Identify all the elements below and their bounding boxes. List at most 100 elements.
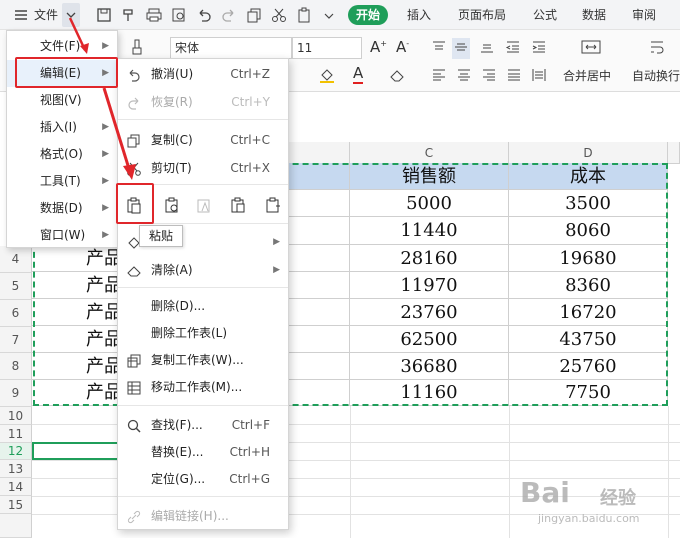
menu-label: 查找(F)... <box>151 418 203 432</box>
chevron-right-icon: ▶ <box>102 41 109 51</box>
row-header[interactable]: 5 <box>0 273 32 300</box>
menu-delete-sheet[interactable]: 删除工作表(L) <box>118 320 288 346</box>
font-size-select[interactable]: 11 <box>292 37 362 59</box>
eraser-icon[interactable] <box>388 66 406 87</box>
tab-data[interactable]: 数据 <box>582 5 606 25</box>
menu-copy[interactable]: 复制(C) Ctrl+C <box>118 127 288 153</box>
file-dropdown-button[interactable] <box>62 3 80 27</box>
chevron-right-icon: ▶ <box>102 149 109 159</box>
decrease-font-icon[interactable]: A- <box>396 38 409 56</box>
row-header[interactable]: 11 <box>0 425 32 443</box>
undo-icon[interactable] <box>195 6 213 24</box>
menu-separator <box>118 496 288 497</box>
menu-goto[interactable]: 定位(G)... Ctrl+G <box>118 466 288 492</box>
print-preview-icon[interactable] <box>170 6 188 24</box>
menu-item-view[interactable]: 视图(V) <box>7 87 117 114</box>
tab-insert[interactable]: 插入 <box>407 5 431 25</box>
brush-icon[interactable] <box>128 38 146 59</box>
print-icon[interactable] <box>145 6 163 24</box>
grid-line <box>668 406 669 538</box>
align-right-icon[interactable] <box>480 66 498 87</box>
cut-icon[interactable] <box>270 6 288 24</box>
row-header[interactable]: 14 <box>0 478 32 496</box>
file-menu-label[interactable]: 文件 <box>34 0 58 30</box>
menu-item-insert[interactable]: 插入(I) ▶ <box>7 114 117 141</box>
menu-item-format[interactable]: 格式(O) ▶ <box>7 141 117 168</box>
row-header[interactable]: 9 <box>0 380 32 407</box>
menu-item-file[interactable]: 文件(F) ▶ <box>7 33 117 60</box>
row-header[interactable]: 7 <box>0 327 32 353</box>
paste-special-icon[interactable] <box>263 195 283 215</box>
column-header-c[interactable]: C <box>350 142 509 164</box>
align-middle-icon[interactable] <box>452 38 470 59</box>
indent-increase-icon[interactable] <box>530 38 548 59</box>
paste-formula-icon[interactable] <box>194 195 214 215</box>
save-icon[interactable] <box>95 6 113 24</box>
grid-line <box>509 406 510 538</box>
distribute-icon[interactable] <box>530 66 548 87</box>
row-header[interactable]: 4 <box>0 246 32 273</box>
font-color-icon[interactable]: A <box>353 64 364 84</box>
shortcut-label: Ctrl+Z <box>230 67 270 81</box>
menu-edit-links[interactable]: 编辑链接(H)... <box>118 503 288 529</box>
menu-undo[interactable]: 撤消(U) Ctrl+Z <box>118 61 288 87</box>
row-header[interactable]: 6 <box>0 300 32 327</box>
menu-separator <box>118 287 288 288</box>
paste-tooltip: 粘贴 <box>139 225 183 247</box>
row-header[interactable]: 13 <box>0 460 32 478</box>
align-bottom-icon[interactable] <box>478 38 496 59</box>
wrap-text-icon[interactable] <box>648 38 666 59</box>
merge-center-button[interactable]: 合并居中 <box>563 67 611 84</box>
menu-label: 剪切(T) <box>151 161 192 175</box>
row-header[interactable]: 8 <box>0 353 32 380</box>
watermark-url: jingyan.baidu.com <box>538 512 640 525</box>
tab-home[interactable]: 开始 <box>348 5 389 25</box>
row-header[interactable]: 15 <box>0 496 32 514</box>
menu-clear[interactable]: 清除(A) ▶ <box>118 257 288 283</box>
increase-font-icon[interactable]: A+ <box>370 38 387 56</box>
more-dropdown-icon[interactable] <box>320 6 338 24</box>
justify-icon[interactable] <box>505 66 523 87</box>
merge-center-icon[interactable] <box>580 38 602 59</box>
fill-color-icon[interactable] <box>318 66 336 87</box>
menu-replace[interactable]: 替换(E)... Ctrl+H <box>118 439 288 465</box>
move-sheet-icon <box>126 379 142 395</box>
redo-icon[interactable] <box>220 6 238 24</box>
eraser-icon <box>126 262 142 278</box>
align-left-icon[interactable] <box>430 66 448 87</box>
menu-item-window[interactable]: 窗口(W) ▶ <box>7 222 117 249</box>
tab-review[interactable]: 审阅 <box>632 5 656 25</box>
menu-label: 撤消(U) <box>151 67 194 81</box>
align-center-icon[interactable] <box>455 66 473 87</box>
menu-delete[interactable]: 删除(D)... <box>118 293 288 319</box>
chevron-right-icon: ▶ <box>273 265 280 275</box>
shortcut-label: Ctrl+X <box>230 161 270 175</box>
menu-item-tools[interactable]: 工具(T) ▶ <box>7 168 117 195</box>
row-header[interactable]: 10 <box>0 407 32 425</box>
row-header[interactable] <box>0 514 32 538</box>
wrap-text-button[interactable]: 自动换行 <box>632 67 680 84</box>
column-header-d[interactable]: D <box>509 142 668 164</box>
indent-decrease-icon[interactable] <box>504 38 522 59</box>
font-name-select[interactable]: 宋体 <box>170 37 292 59</box>
align-top-icon[interactable] <box>430 38 448 59</box>
menu-move-sheet[interactable]: 移动工作表(M)... <box>118 374 288 400</box>
menu-redo[interactable]: 恢复(R) Ctrl+Y <box>118 89 288 115</box>
tab-page-layout[interactable]: 页面布局 <box>458 5 506 25</box>
hamburger-menu-icon[interactable] <box>12 6 30 24</box>
column-header-e[interactable] <box>668 142 680 164</box>
menu-item-data[interactable]: 数据(D) ▶ <box>7 195 117 222</box>
paste-format-icon[interactable] <box>228 195 248 215</box>
copy-icon[interactable] <box>245 6 263 24</box>
paste-values-icon[interactable] <box>162 195 182 215</box>
format-painter-icon[interactable] <box>120 6 138 24</box>
chevron-right-icon: ▶ <box>273 237 280 247</box>
menu-cut[interactable]: 剪切(T) Ctrl+X <box>118 155 288 181</box>
paste-icon[interactable] <box>295 6 313 24</box>
link-icon <box>126 508 142 524</box>
row-header-active[interactable]: 12 <box>0 443 32 460</box>
tab-formulas[interactable]: 公式 <box>533 5 557 25</box>
shortcut-label: Ctrl+G <box>229 472 270 486</box>
menu-copy-sheet[interactable]: 复制工作表(W)... <box>118 347 288 373</box>
menu-find[interactable]: 查找(F)... Ctrl+F <box>118 412 288 438</box>
